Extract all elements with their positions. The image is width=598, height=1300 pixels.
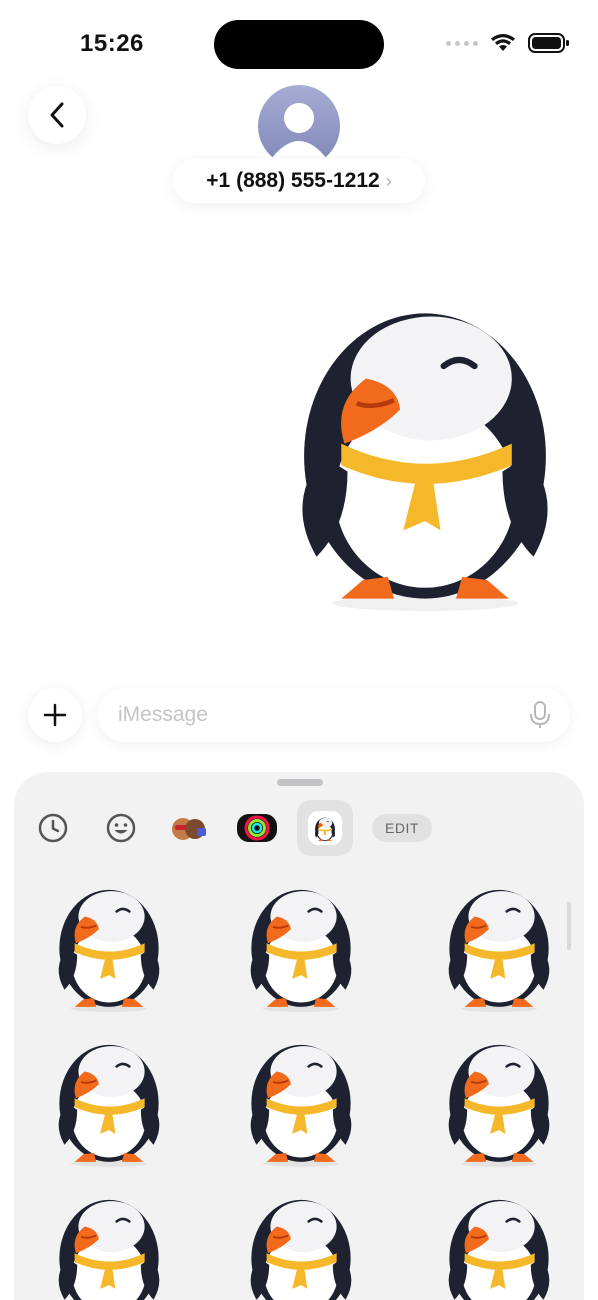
status-time: 15:26	[80, 30, 144, 57]
dynamic-island	[214, 20, 384, 69]
contact-avatar[interactable]	[258, 85, 340, 167]
tab-recents[interactable]	[25, 800, 81, 856]
back-button[interactable]	[28, 86, 86, 144]
sticker-puffin-wink[interactable]	[434, 1182, 564, 1300]
sticker-puffin-shocked[interactable]	[434, 1027, 564, 1167]
recents-icon	[38, 813, 68, 843]
wifi-icon	[491, 34, 515, 51]
message-input[interactable]: iMessage	[98, 688, 570, 742]
tab-activity[interactable]	[229, 800, 285, 856]
chevron-right-icon: ›	[385, 170, 392, 191]
sticker-drawer: EDIT	[14, 772, 584, 1300]
edit-stickers-button[interactable]: EDIT	[372, 814, 432, 842]
sticker-puffin-laughing[interactable]	[236, 872, 366, 1012]
sent-puffin-sticker[interactable]	[270, 268, 580, 613]
chevron-left-icon	[50, 102, 64, 128]
contact-details-button[interactable]: +1 (888) 555-1212 ›	[173, 159, 425, 203]
drawer-grabber[interactable]	[277, 779, 323, 786]
status-indicators	[446, 32, 570, 54]
memoji-icon	[172, 818, 206, 840]
microphone-icon[interactable]	[530, 701, 550, 729]
apps-plus-button[interactable]	[28, 688, 82, 742]
activity-rings-icon	[237, 814, 277, 842]
message-placeholder: iMessage	[118, 703, 208, 726]
sticker-puffin-crying[interactable]	[44, 1027, 174, 1167]
sticker-puffin-tired[interactable]	[434, 872, 564, 1012]
sticker-puffin-love[interactable]	[236, 1182, 366, 1300]
plus-icon	[43, 703, 67, 727]
sticker-puffin-angry[interactable]	[236, 1027, 366, 1167]
battery-icon	[528, 33, 569, 53]
sticker-puffin-happy[interactable]	[44, 872, 174, 1012]
status-bar: 15:26	[0, 0, 598, 80]
sticker-puffin-blushing[interactable]	[44, 1182, 174, 1300]
tab-emoji[interactable]	[93, 800, 149, 856]
cellular-signal-icon	[446, 40, 478, 46]
scrollbar[interactable]	[567, 902, 571, 950]
person-icon	[271, 103, 327, 159]
tab-memoji[interactable]	[161, 800, 217, 856]
puffin-sticker-pack-icon	[308, 811, 342, 845]
contact-name: +1 (888) 555-1212	[206, 169, 380, 192]
emoji-icon	[106, 813, 136, 843]
tab-puffin-stickers[interactable]	[297, 800, 353, 856]
